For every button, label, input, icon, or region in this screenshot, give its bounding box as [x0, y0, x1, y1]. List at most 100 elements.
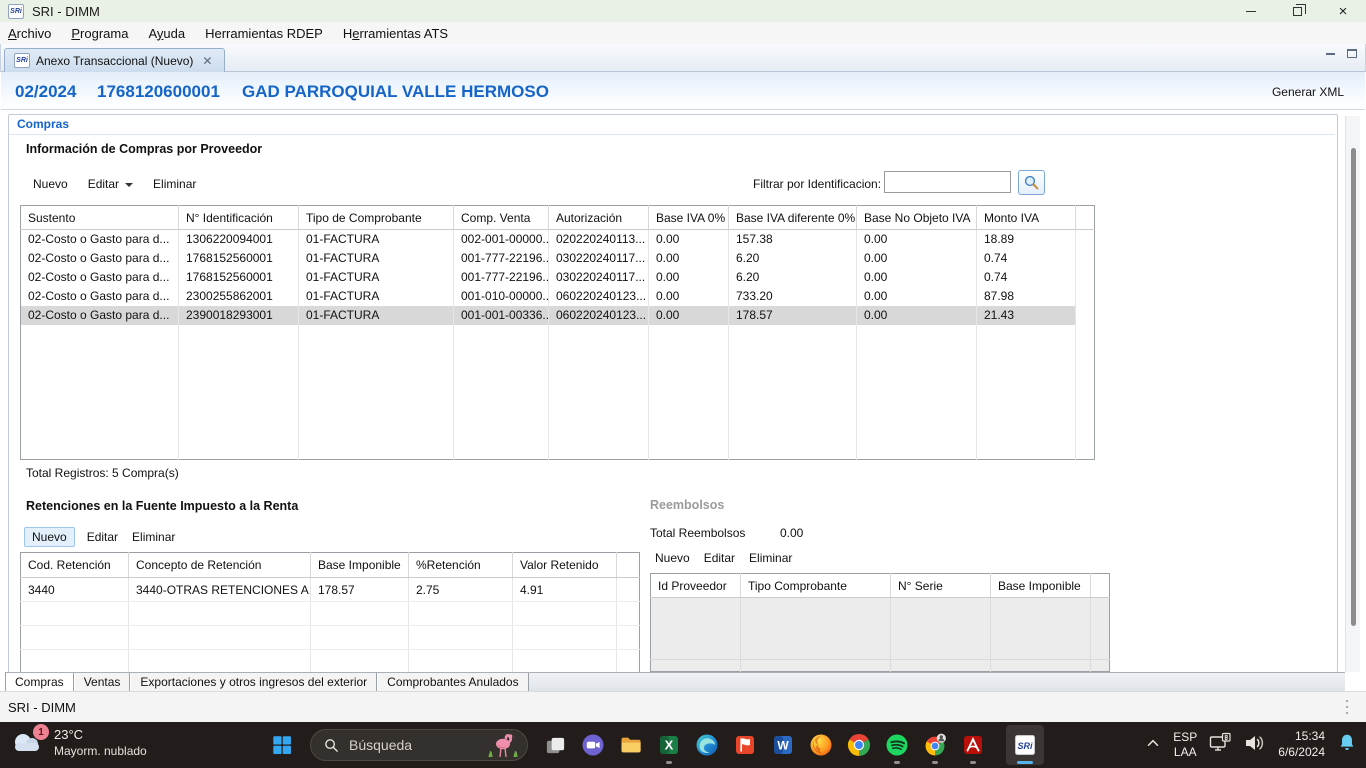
cell: 02-Costo o Gasto para d...	[21, 287, 179, 306]
column-header[interactable]: Base IVA 0%	[649, 206, 729, 230]
table-row[interactable]: 02-Costo o Gasto para d...23002558620010…	[21, 287, 1095, 306]
view-minimize-icon[interactable]	[1326, 52, 1335, 55]
cell: 02-Costo o Gasto para d...	[21, 230, 179, 249]
total-reembolsos-label: Total Reembolsos	[650, 526, 745, 540]
taskbar-file-explorer-button[interactable]	[612, 725, 650, 765]
taskbar-nitro-pdf-button[interactable]	[726, 725, 764, 765]
ret-header-row: Cod. Retención Concepto de Retención Bas…	[21, 553, 640, 578]
column-header[interactable]: N° Serie	[891, 574, 991, 598]
svg-text:X: X	[665, 738, 674, 753]
column-header[interactable]: Cod. Retención	[21, 553, 129, 578]
column-header[interactable]: Tipo Comprobante	[741, 574, 891, 598]
minimize-button[interactable]	[1228, 0, 1274, 22]
taskbar-task-view-button[interactable]	[536, 725, 574, 765]
tray-network-button[interactable]	[1208, 732, 1232, 759]
tray-volume-button[interactable]	[1243, 732, 1267, 759]
taskbar-word-button[interactable]: W	[764, 725, 802, 765]
column-header[interactable]: Comp. Venta	[454, 206, 549, 230]
vertical-scrollbar[interactable]	[1345, 116, 1360, 672]
column-header[interactable]: Id Proveedor	[651, 574, 741, 598]
tab-close-icon[interactable]: ✕	[199, 54, 215, 68]
cell: 0.74	[977, 268, 1076, 287]
column-header[interactable]: Autorización	[549, 206, 649, 230]
reemb-editar-button[interactable]: Editar	[704, 551, 735, 565]
running-indicator	[666, 761, 672, 764]
tray-expand-button[interactable]	[1144, 734, 1162, 757]
column-header[interactable]: %Retención	[409, 553, 513, 578]
taskbar-acrobat-button[interactable]	[954, 725, 992, 765]
taskbar-spotify-button[interactable]	[878, 725, 916, 765]
ret-editar-button[interactable]: Editar	[85, 527, 120, 547]
weather-widget[interactable]: 1 23°C Mayorm. nublado	[10, 727, 147, 758]
restore-button[interactable]	[1274, 0, 1320, 22]
ret-eliminar-button[interactable]: Eliminar	[130, 527, 177, 547]
table-row[interactable]: 02-Costo o Gasto para d...23900182930010…	[21, 306, 1095, 325]
taskbar-chat-button[interactable]	[574, 725, 612, 765]
cell: 0.00	[649, 287, 729, 306]
reembolsos-toolbar: Nuevo Editar Eliminar	[655, 551, 792, 565]
column-header[interactable]: Valor Retenido	[513, 553, 617, 578]
table-row[interactable]: 02-Costo o Gasto para d...13062200940010…	[21, 230, 1095, 249]
filter-input[interactable]	[884, 171, 1011, 193]
chat-icon	[581, 733, 605, 757]
ret-nuevo-button[interactable]: Nuevo	[24, 527, 75, 547]
network-icon	[1208, 732, 1232, 754]
close-button[interactable]: ×	[1320, 0, 1366, 22]
table-row[interactable]: 02-Costo o Gasto para d...17681525600010…	[21, 268, 1095, 287]
menu-programa[interactable]: Programa	[61, 23, 138, 44]
column-header[interactable]: Base No Objeto IVA	[857, 206, 977, 230]
file-explorer-icon	[619, 733, 643, 757]
taskbar-sri-dimm-button[interactable]: SRi	[1006, 725, 1044, 765]
menu-herramientas-ats[interactable]: Herramientas ATS	[333, 23, 458, 44]
editar-button[interactable]: Editar	[88, 177, 133, 191]
taskbar-search-input[interactable]: Búsqueda	[310, 729, 528, 761]
firefox-icon	[809, 733, 833, 757]
scrollbar-thumb[interactable]	[1351, 148, 1356, 626]
column-header[interactable]: Base Imponible	[311, 553, 409, 578]
start-button[interactable]	[262, 725, 302, 765]
taskbar-excel-button[interactable]: X	[650, 725, 688, 765]
column-header[interactable]: Monto IVA	[977, 206, 1076, 230]
view-maximize-icon[interactable]	[1347, 49, 1357, 58]
table-row[interactable]: 3440 3440-OTRAS RETENCIONES A... 178.57 …	[21, 578, 640, 602]
statusbar-grip[interactable]	[1344, 698, 1350, 716]
table-row[interactable]: 02-Costo o Gasto para d...17681525600010…	[21, 249, 1095, 268]
menu-label: Programa	[71, 26, 128, 41]
tab-ventas[interactable]: Ventas	[74, 673, 131, 691]
edge-icon	[695, 733, 719, 757]
tab-anexo-transaccional[interactable]: SRi Anexo Transaccional (Nuevo) ✕	[4, 48, 225, 72]
tray-language-indicator[interactable]: ESP LAA	[1173, 730, 1197, 760]
taskbar-firefox-button[interactable]	[802, 725, 840, 765]
eliminar-button[interactable]: Eliminar	[153, 177, 196, 191]
taskbar-chrome-profile-button[interactable]	[916, 725, 954, 765]
tab-exportaciones[interactable]: Exportaciones y otros ingresos del exter…	[130, 673, 377, 691]
menu-ayuda[interactable]: Ayuda	[138, 23, 195, 44]
column-header[interactable]: Tipo de Comprobante	[299, 206, 454, 230]
running-indicator	[970, 761, 976, 764]
column-header[interactable]: Concepto de Retención	[129, 553, 311, 578]
cell: 01-FACTURA	[299, 287, 454, 306]
column-header[interactable]: Base Imponible	[991, 574, 1091, 598]
weather-badge: 1	[33, 724, 49, 740]
spotify-icon	[885, 733, 909, 757]
reemb-eliminar-button[interactable]: Eliminar	[749, 551, 792, 565]
menu-archivo[interactable]: Archivo	[0, 23, 61, 44]
menu-herramientas-rdep[interactable]: Herramientas RDEP	[195, 23, 333, 44]
filter-search-button[interactable]	[1018, 170, 1045, 195]
taskbar-chrome-button[interactable]	[840, 725, 878, 765]
nuevo-button[interactable]: Nuevo	[33, 177, 68, 191]
empty-row	[651, 660, 1110, 672]
tab-compras[interactable]: Compras	[5, 673, 74, 691]
tray-clock[interactable]: 15:34 6/6/2024	[1278, 729, 1325, 760]
taskbar-edge-button[interactable]	[688, 725, 726, 765]
reemb-nuevo-button[interactable]: Nuevo	[655, 551, 690, 565]
cell: 0.00	[857, 230, 977, 249]
column-header[interactable]: Base IVA diferente 0%	[729, 206, 857, 230]
editar-dropdown-icon[interactable]	[125, 183, 133, 187]
generar-xml-button[interactable]: Generar XML	[1272, 85, 1344, 99]
menubar: Archivo Programa Ayuda Herramientas RDEP…	[0, 22, 1366, 44]
column-header[interactable]: N° Identificación	[179, 206, 299, 230]
tab-comprobantes-anulados[interactable]: Comprobantes Anulados	[377, 673, 528, 691]
tray-notifications-button[interactable]	[1336, 732, 1358, 759]
column-header[interactable]: Sustento	[21, 206, 179, 230]
